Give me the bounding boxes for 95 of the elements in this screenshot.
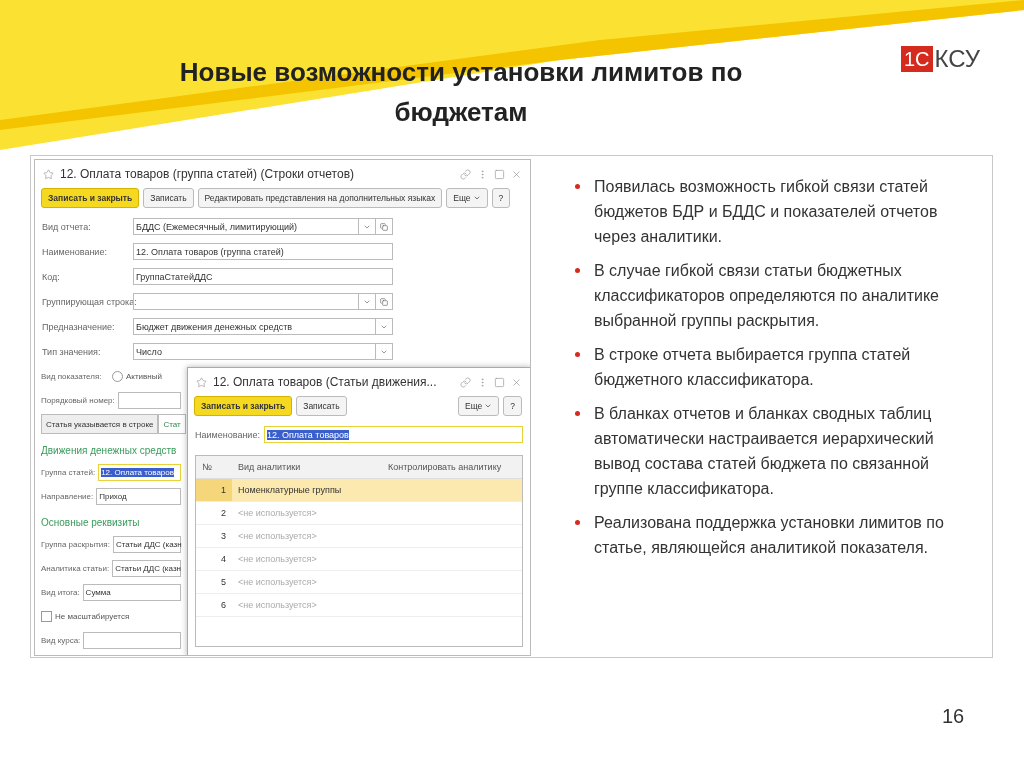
help-button[interactable]: ? [503, 396, 522, 416]
field-label: Порядковый номер: [41, 395, 115, 405]
more-button[interactable]: Еще [457, 396, 500, 416]
close-icon[interactable] [511, 168, 522, 180]
logo-text: КСУ [934, 45, 981, 73]
bullet-text: Появилась возможность гибкой связи статей бюджетов БДР и БДДС и показателей отчетов через аналитики. [594, 177, 939, 247]
copy-icon [380, 222, 388, 231]
caret-icon [472, 194, 481, 202]
column-header: № [201, 462, 213, 472]
open-button[interactable] [376, 293, 393, 310]
field-label: Наименование: [195, 429, 260, 440]
maximize-icon[interactable] [494, 376, 505, 388]
section-heading: Движения денежных средств [40, 443, 178, 458]
field-label: Группа раскрытия: [41, 539, 110, 549]
field-label: Предназначение: [42, 321, 116, 332]
star-icon[interactable] [196, 376, 207, 388]
field-label: Аналитика статьи: [41, 563, 110, 573]
close-icon[interactable] [511, 376, 522, 388]
column-header: Контролировать аналитику [387, 462, 503, 472]
bullet-icon [575, 184, 580, 189]
row-number: 6 [220, 599, 227, 612]
slide-title: бюджетам [394, 96, 528, 128]
page-number: 16 [942, 705, 965, 728]
field-label: Наименование: [42, 246, 108, 257]
tab[interactable]: Стат [158, 414, 186, 434]
row-number: 4 [220, 553, 227, 566]
field-label: Вид отчета: [42, 221, 92, 232]
field-label: Вид курса: [41, 635, 81, 645]
input-field[interactable] [83, 631, 181, 649]
bullet-icon [575, 268, 580, 273]
input-field[interactable]: 12. Оплата товаров [263, 426, 523, 443]
toolbar-button[interactable]: Редактировать представления на дополнительных языках [197, 188, 443, 208]
dropdown-button[interactable] [376, 343, 393, 360]
input-field[interactable]: ГруппаСтатейДДС [133, 268, 393, 285]
dropdown-button[interactable] [359, 218, 376, 235]
field-label: Тип значения: [42, 346, 102, 357]
input-field[interactable]: Статьи ДДС (казн [112, 559, 181, 577]
input-field[interactable]: Бюджет движения денежных средств [133, 318, 376, 335]
checkbox-label: Не масштабируется [55, 611, 130, 621]
window-title: 12. Оплата товаров (группа статей) (Строки отчетов) [60, 167, 356, 181]
help-button[interactable]: ? [491, 188, 511, 208]
table-cell-text: <не используется> [237, 554, 318, 564]
dropdown-button[interactable] [376, 318, 393, 335]
row-number: 5 [220, 576, 227, 589]
bullet-icon [575, 520, 580, 525]
bullet-icon [575, 352, 580, 357]
save-close-button[interactable]: Записать и закрыть [194, 396, 293, 416]
toolbar-button[interactable]: Записать [296, 396, 347, 416]
table-cell-text: <не используется> [237, 531, 318, 541]
tab[interactable]: Статья указывается в строке [41, 414, 159, 434]
bullet-text: В бланках отчетов и бланках сводных таблиц автоматически настраивается иерархический вывод состава статей бюджета по связанной группе классификатора. [594, 404, 935, 499]
caret-icon [484, 402, 493, 410]
more-button[interactable]: Еще [446, 188, 488, 208]
table-cell-text: <не используется> [237, 508, 318, 518]
input-field[interactable] [117, 391, 181, 409]
field-label: Вид итога: [41, 587, 80, 597]
field-label: Код: [42, 271, 61, 282]
section-heading: Основные реквизиты [40, 515, 141, 530]
field-label: Направление: [41, 491, 94, 501]
open-button[interactable] [376, 218, 393, 235]
bullet-text: В строке отчета выбирается группа статей бюджетного классификатора. [594, 345, 912, 390]
bullet-text: Реализована поддержка установки лимитов по статье, являющейся аналитикой показателя. [594, 513, 945, 558]
input-field[interactable]: 12. Оплата товаров (группа статей) [133, 243, 393, 260]
toolbar-button[interactable]: Записать [143, 188, 194, 208]
checkbox[interactable] [41, 610, 52, 622]
table-row[interactable]: 1 Номенклатурные группы [196, 479, 522, 502]
table-cell-text: <не используется> [237, 577, 318, 587]
save-close-button[interactable]: Записать и закрыть [41, 188, 140, 208]
input-field[interactable]: БДДС (Ежемесячный, лимитирующий) [133, 218, 359, 235]
input-field[interactable]: Сумма [82, 583, 181, 601]
radio-button[interactable] [112, 370, 123, 382]
bullet-icon [575, 411, 580, 416]
copy-icon [380, 297, 388, 306]
field-label: Вид показателя: [41, 371, 103, 381]
link-icon[interactable] [460, 376, 471, 388]
table-cell-text: Номенклатурные группы [237, 485, 343, 495]
star-icon[interactable] [43, 168, 54, 180]
input-field[interactable]: Приход [96, 487, 181, 505]
slide-title: Новые возможности установки лимитов по [179, 56, 743, 88]
input-field[interactable]: 12. Оплата товаров [98, 463, 181, 481]
column-header: Вид аналитики [237, 462, 302, 472]
window-title: 12. Оплата товаров (Статьи движения... [213, 375, 438, 389]
radio-label: Активный [126, 371, 162, 381]
dropdown-button[interactable] [359, 293, 376, 310]
logo-mark: 1С [901, 46, 933, 72]
maximize-icon[interactable] [494, 168, 505, 180]
row-number: 1 [196, 479, 232, 501]
table-cell-text: <не используется> [237, 600, 318, 610]
row-number: 3 [220, 530, 227, 543]
input-field[interactable]: Статьи ДДС (казн [112, 535, 181, 553]
input-field[interactable]: Число [133, 343, 376, 360]
row-number: 2 [220, 507, 227, 520]
field-label: Группа статей: [41, 467, 96, 477]
link-icon[interactable] [460, 168, 471, 180]
bullet-text: В случае гибкой связи статьи бюджетных классификаторов определяются по аналитике выбранной группы раскрытия. [594, 261, 940, 331]
